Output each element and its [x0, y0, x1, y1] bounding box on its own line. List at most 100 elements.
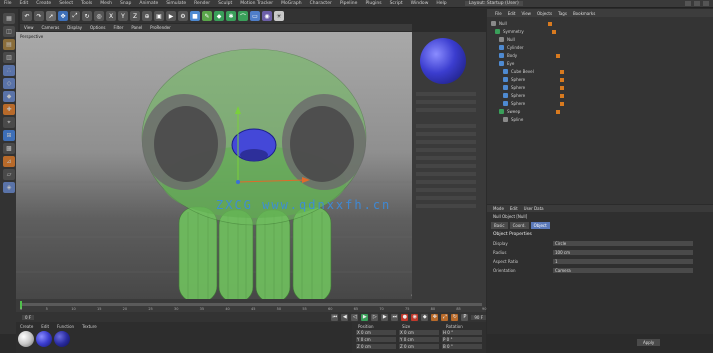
parameter-key-icon[interactable]: P — [461, 313, 469, 321]
move-tool-icon[interactable]: ✥ — [58, 11, 68, 21]
object-row[interactable]: Null — [499, 36, 713, 43]
object-row[interactable]: Cylinder — [499, 44, 713, 51]
menu-tools[interactable]: Tools — [81, 1, 92, 6]
viewport-menu-filter[interactable]: Filter — [113, 25, 123, 30]
object-row[interactable]: Body — [499, 52, 713, 59]
undo-icon[interactable]: ↶ — [22, 11, 32, 21]
aspect-ratio-field[interactable]: 1 — [553, 259, 693, 264]
material-thumbnail[interactable] — [36, 331, 52, 347]
object-row[interactable]: Null — [491, 20, 711, 27]
om-menu-view[interactable]: View — [521, 11, 531, 16]
object-row[interactable]: Eye — [499, 60, 713, 67]
am-menu-edit[interactable]: Edit — [510, 206, 518, 211]
menu-help[interactable]: Help — [436, 1, 446, 6]
edges-mode-icon[interactable]: ◇ — [3, 78, 15, 89]
polygons-mode-icon[interactable]: ◆ — [3, 91, 15, 102]
material-param-row[interactable] — [416, 108, 476, 112]
om-menu-bookmarks[interactable]: Bookmarks — [573, 11, 595, 16]
material-param-row[interactable] — [416, 132, 476, 136]
menu-pipeline[interactable]: Pipeline — [340, 1, 358, 6]
previous-frame-icon[interactable]: ◁ — [351, 313, 359, 321]
render-picture-viewer-icon[interactable]: ▶ — [166, 11, 176, 21]
light-icon[interactable]: ☀ — [274, 11, 284, 21]
object-row[interactable]: Sweep — [499, 108, 713, 115]
om-menu-edit[interactable]: Edit — [508, 11, 516, 16]
redo-icon[interactable]: ↷ — [34, 11, 44, 21]
floor-icon[interactable]: ▭ — [250, 11, 260, 21]
rotate-tool-icon[interactable]: ↻ — [82, 11, 92, 21]
tab-basic[interactable]: Basic — [491, 222, 508, 229]
render-settings-icon[interactable]: ⚙ — [178, 11, 188, 21]
rotation-p-field[interactable]: P 0 ° — [442, 337, 482, 342]
orientation-dropdown[interactable]: Camera — [553, 268, 693, 273]
menu-select[interactable]: Select — [59, 1, 73, 6]
close-icon[interactable] — [703, 1, 709, 6]
autokey-icon[interactable]: ◉ — [411, 313, 419, 321]
position-z-field[interactable]: Z 0 cm — [356, 344, 396, 349]
object-row[interactable]: Spline — [503, 116, 713, 123]
enable-axis-icon[interactable]: ✚ — [3, 104, 15, 115]
play-icon[interactable]: ▶ — [361, 313, 369, 321]
menu-create[interactable]: Create — [36, 1, 51, 6]
model-mode-icon[interactable]: ◫ — [3, 26, 15, 37]
menu-character[interactable]: Character — [310, 1, 332, 6]
keyframe-selection-icon[interactable]: ◆ — [421, 313, 429, 321]
record-icon[interactable]: ● — [401, 313, 409, 321]
apply-button[interactable]: Apply — [637, 339, 661, 346]
material-param-row[interactable] — [416, 164, 476, 168]
previous-key-icon[interactable]: ◀ — [341, 313, 349, 321]
material-param-row[interactable] — [416, 140, 476, 144]
rotation-h-field[interactable]: H 0 ° — [442, 330, 482, 335]
material-preview-sphere[interactable] — [420, 38, 466, 84]
maximize-icon[interactable] — [694, 1, 700, 6]
minimize-icon[interactable] — [685, 1, 691, 6]
tweak-icon[interactable]: ⌖ — [3, 117, 15, 128]
viewport-menu-view[interactable]: View — [24, 25, 34, 30]
menu-render[interactable]: Render — [194, 1, 210, 6]
position-y-field[interactable]: Y 0 cm — [356, 337, 396, 342]
coordinate-system-icon[interactable]: ⊕ — [142, 11, 152, 21]
points-mode-icon[interactable]: ∴ — [3, 65, 15, 76]
am-menu-mode[interactable]: Mode — [493, 206, 504, 211]
position-key-icon[interactable]: ✥ — [431, 313, 439, 321]
menu-file[interactable]: File — [4, 1, 12, 6]
display-dropdown[interactable]: Circle — [553, 241, 693, 246]
viewport-menu-panel[interactable]: Panel — [131, 25, 142, 30]
menu-script[interactable]: Script — [390, 1, 403, 6]
pen-icon[interactable]: ✎ — [202, 11, 212, 21]
z-axis-icon[interactable]: Z — [130, 11, 140, 21]
position-x-field[interactable]: X 0 cm — [356, 330, 396, 335]
object-row[interactable]: Sphere — [503, 76, 713, 83]
tab-coord[interactable]: Coord. — [509, 222, 529, 229]
menu-animate[interactable]: Animate — [139, 1, 158, 6]
rotation-key-icon[interactable]: ↻ — [451, 313, 459, 321]
menu-sculpt[interactable]: Sculpt — [218, 1, 232, 6]
menu-plugins[interactable]: Plugins — [365, 1, 381, 6]
material-param-row[interactable] — [416, 156, 476, 160]
texture-mode-icon[interactable]: ▤ — [3, 39, 15, 50]
timeline[interactable]: 0 5 10 15 20 25 30 35 40 45 50 55 60 65 70 75 80 85 90 — [16, 299, 486, 312]
next-key-icon[interactable]: ▶ — [381, 313, 389, 321]
size-x-field[interactable]: X 0 cm — [399, 330, 439, 335]
menu-motion-tracker[interactable]: Motion Tracker — [240, 1, 273, 6]
object-row[interactable]: Sphere — [503, 92, 713, 99]
go-to-end-icon[interactable]: ⏭ — [391, 313, 399, 321]
recent-tools-icon[interactable]: ◎ — [94, 11, 104, 21]
x-axis-icon[interactable]: X — [106, 11, 116, 21]
mm-menu-texture[interactable]: Texture — [82, 324, 97, 329]
object-row[interactable]: Sphere — [503, 84, 713, 91]
om-menu-objects[interactable]: Objects — [537, 11, 552, 16]
subdivision-surface-icon[interactable]: ◆ — [214, 11, 224, 21]
object-row[interactable]: Symmetry — [495, 28, 713, 35]
material-param-row[interactable] — [416, 148, 476, 152]
material-param-row[interactable] — [416, 100, 476, 104]
material-param-row[interactable] — [416, 188, 476, 192]
rotation-b-field[interactable]: B 0 ° — [442, 344, 482, 349]
next-frame-icon[interactable]: ▷ — [371, 313, 379, 321]
menu-window[interactable]: Window — [411, 1, 429, 6]
go-to-start-icon[interactable]: ⏮ — [331, 313, 339, 321]
cube-icon[interactable]: ■ — [190, 11, 200, 21]
mm-menu-function[interactable]: Function — [57, 324, 74, 329]
size-z-field[interactable]: Z 0 cm — [399, 344, 439, 349]
menu-edit[interactable]: Edit — [20, 1, 29, 6]
